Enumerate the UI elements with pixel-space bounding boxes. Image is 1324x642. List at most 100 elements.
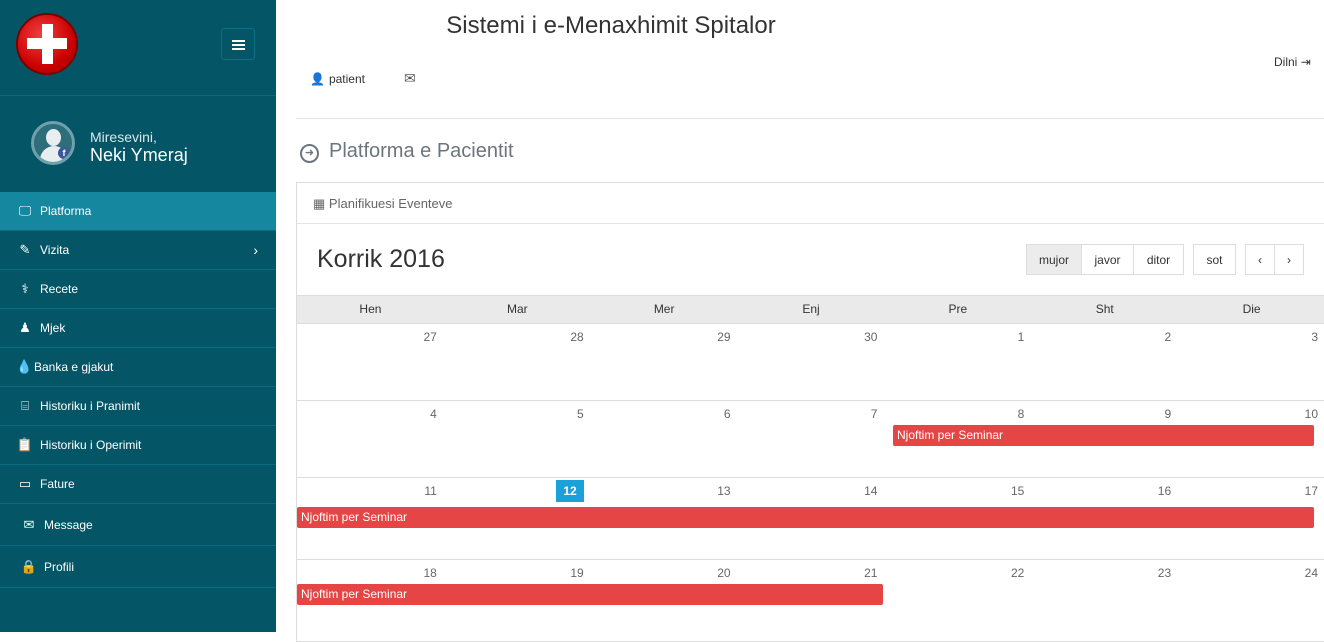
calendar-event[interactable]: Njoftim per Seminar (297, 584, 883, 605)
app-title: Sistemi i e-Menaxhimit Spitalor (446, 12, 776, 39)
day-cell-today[interactable]: 12 (444, 478, 591, 502)
weekday-header: Hen Mar Mer Enj Pre Sht Die (297, 295, 1324, 324)
divider (0, 95, 276, 96)
clipboard-icon: 📋 (16, 437, 34, 452)
chevron-right-icon: › (253, 242, 258, 258)
day-cell[interactable]: 11 (297, 478, 444, 500)
today-badge: 12 (556, 480, 584, 502)
weekday-label: Mer (653, 302, 675, 316)
calendar-event[interactable]: Njoftim per Seminar (297, 507, 1314, 528)
week-view-button[interactable]: javor (1082, 244, 1134, 275)
sidebar-nav: 🖵 Platforma ✎ Vizita › ⚕ Recete ♟ Mjek 💧… (0, 192, 276, 588)
card-icon: ▭ (18, 476, 32, 491)
day-cell[interactable]: 3 (1178, 324, 1324, 346)
doctor-icon: ♟ (19, 320, 31, 335)
day-cell[interactable]: 14 (738, 478, 885, 500)
panel-title: Planifikuesi Eventeve (328, 196, 453, 211)
day-cell[interactable]: 20 (591, 560, 738, 582)
sidebar-item-message[interactable]: ✉ Message (0, 504, 276, 546)
month-view-button[interactable]: mujor (1026, 244, 1082, 275)
calendar-month-title: Korrik 2016 (317, 245, 445, 273)
day-cell[interactable]: 13 (591, 478, 738, 500)
page-title: ➜ Platforma e Pacientit (300, 140, 514, 163)
day-cell[interactable]: 27 (297, 324, 444, 346)
welcome-text: Miresevini, (90, 129, 157, 145)
day-cell[interactable]: 28 (444, 324, 591, 346)
calendar-icon: ▦ (313, 196, 326, 211)
day-cell[interactable]: 22 (884, 560, 1031, 582)
weekday-label: Enj (802, 302, 820, 316)
envelope-icon[interactable]: ✉ (404, 70, 416, 87)
day-cell[interactable]: 6 (591, 401, 738, 423)
panel-header: ▦ Planifikuesi Eventeve (297, 183, 1324, 224)
sidebar-item-recete[interactable]: ⚕ Recete (0, 270, 276, 309)
day-cell[interactable]: 17 (1178, 478, 1324, 500)
sidebar: f Miresevini, Neki Ymeraj 🖵 Platforma ✎ … (0, 0, 276, 632)
sidebar-item-label: Vizita (40, 243, 70, 257)
stethoscope-icon: ⚕ (21, 281, 29, 296)
hospital-cross-logo[interactable] (16, 13, 78, 75)
week-row: 11 12 13 14 15 16 17 Njoftim per Seminar (297, 478, 1324, 560)
today-group: sot (1193, 244, 1236, 275)
day-cell[interactable]: 19 (444, 560, 591, 582)
weekday-label: Hen (359, 302, 382, 316)
bed-icon: ⌸ (21, 398, 29, 413)
sidebar-item-mjek[interactable]: ♟ Mjek (0, 309, 276, 348)
view-switcher: mujor javor ditor (1026, 244, 1184, 275)
day-cell[interactable]: 1 (884, 324, 1031, 346)
week-row: 4 5 6 7 8 9 10 Njoftim per Seminar (297, 401, 1324, 478)
day-cell[interactable]: 5 (444, 401, 591, 423)
day-cell[interactable]: 24 (1178, 560, 1324, 582)
sidebar-item-label: Recete (40, 282, 79, 296)
day-cell[interactable]: 7 (738, 401, 885, 423)
day-cell[interactable]: 23 (1031, 560, 1178, 582)
sidebar-item-historiku-operimit[interactable]: 📋 Historiku i Operimit (0, 426, 276, 465)
day-cell[interactable]: 21 (738, 560, 885, 582)
weekday-label: Pre (948, 302, 968, 316)
day-cell[interactable]: 2 (1031, 324, 1178, 346)
sidebar-item-platforma[interactable]: 🖵 Platforma (0, 192, 276, 231)
prev-month-button[interactable]: ‹ (1245, 244, 1275, 275)
weekday-label: Die (1242, 302, 1261, 316)
sign-out-icon: ⇥ (1300, 55, 1311, 69)
patient-link-label: patient (328, 72, 365, 86)
day-cell[interactable]: 10 (1178, 401, 1324, 423)
calendar-event[interactable]: Njoftim per Seminar (893, 425, 1314, 446)
sidebar-item-label: Message (44, 517, 93, 532)
sidebar-item-fature[interactable]: ▭ Fature (0, 465, 276, 504)
day-cell[interactable]: 8 (884, 401, 1031, 423)
day-cell[interactable]: 16 (1031, 478, 1178, 500)
sidebar-item-banka-e-gjakut[interactable]: 💧 Banka e gjakut (0, 348, 276, 387)
sidebar-item-vizita[interactable]: ✎ Vizita › (0, 231, 276, 270)
weekday-label: Sht (1095, 302, 1114, 316)
week-row: 27 28 29 30 1 2 3 (297, 324, 1324, 401)
sidebar-item-historiku-pranimit[interactable]: ⌸ Historiku i Pranimit (0, 387, 276, 426)
sidebar-item-profili[interactable]: 🔒 Profili (0, 546, 276, 588)
day-view-button[interactable]: ditor (1134, 244, 1184, 275)
avatar: f (31, 121, 75, 165)
divider (296, 118, 1324, 119)
day-cell[interactable]: 15 (884, 478, 1031, 500)
arrow-circle-icon: ➜ (300, 144, 319, 163)
day-cell[interactable]: 30 (738, 324, 885, 346)
today-button[interactable]: sot (1193, 244, 1236, 275)
menu-toggle-button[interactable] (221, 28, 255, 60)
patient-profile-link[interactable]: 👤 patient (310, 72, 365, 86)
logout-link[interactable]: Dilni ⇥ (1274, 55, 1311, 69)
day-cell[interactable]: 18 (297, 560, 444, 582)
next-month-button[interactable]: › (1275, 244, 1304, 275)
sidebar-item-label: Historiku i Pranimit (40, 399, 141, 413)
day-cell[interactable]: 4 (297, 401, 444, 423)
logout-label: Dilni (1274, 55, 1298, 69)
page-title-text: Platforma e Pacientit (329, 140, 514, 162)
weekday-label: Mar (506, 302, 528, 316)
day-cell[interactable]: 29 (591, 324, 738, 346)
week-row: 18 19 20 21 22 23 24 Njoftim per Seminar (297, 560, 1324, 640)
user-name: Neki Ymeraj (90, 145, 188, 165)
user-icon: 👤 (310, 72, 325, 86)
envelope-icon: ✉ (23, 516, 35, 532)
drop-icon: 💧 (16, 359, 33, 374)
day-cell[interactable]: 9 (1031, 401, 1178, 423)
month-grid: Hen Mar Mer Enj Pre Sht Die 27 28 29 30 … (297, 295, 1324, 640)
lock-icon: 🔒 (20, 558, 38, 574)
